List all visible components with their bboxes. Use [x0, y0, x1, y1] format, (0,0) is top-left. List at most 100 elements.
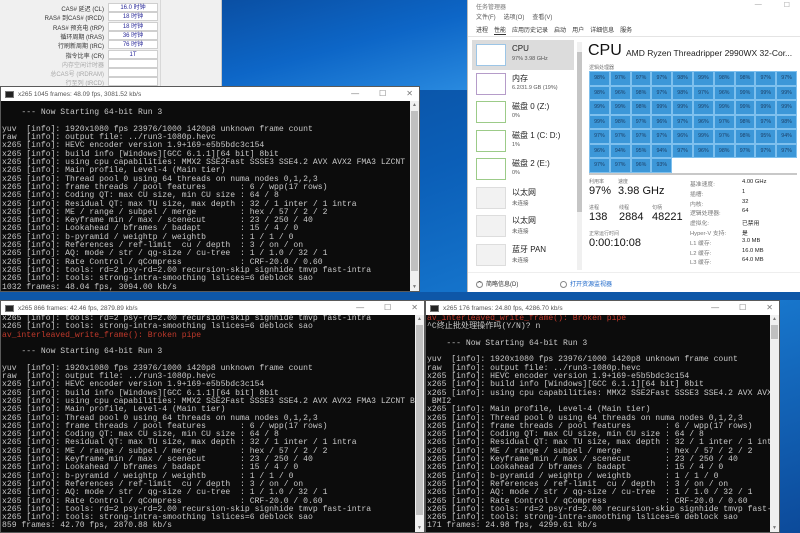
cmd-icon — [430, 304, 439, 312]
task-manager-titlebar[interactable]: 任务管理器 — ☐ — [468, 0, 800, 12]
scroll-down-icon[interactable]: ▼ — [410, 284, 419, 290]
core-utilization-cell: 99% — [609, 100, 631, 115]
resource-value: 0% — [512, 170, 520, 176]
menu-item[interactable]: 文件(F) — [476, 12, 496, 23]
minimize-icon[interactable]: — — [711, 303, 719, 312]
resource-item-cpu[interactable]: CPU 97% 3.98 GHz — [472, 40, 574, 70]
task-manager-window[interactable]: 任务管理器 — ☐ 文件(F) 选项(O) 查看(V) 进程 性能 应用历史记录 启动 用户… — [467, 0, 800, 292]
scroll-down-icon[interactable]: ▼ — [415, 525, 424, 531]
resource-item-mem[interactable]: 内存 6.2/31.9 GB (19%) — [472, 69, 574, 99]
grid-divider — [589, 173, 797, 175]
core-utilization-cell: 98% — [713, 71, 735, 86]
core-utilization-cell: 99% — [692, 129, 714, 144]
resource-value: 97% 3.98 GHz — [512, 56, 548, 62]
core-utilization-cell: 99% — [776, 100, 797, 115]
scroll-down-icon[interactable]: ▼ — [770, 525, 779, 531]
menu-item[interactable]: 选项(O) — [504, 12, 525, 23]
spec-row: 基准速度: 4.00 GHz — [690, 179, 800, 189]
console-line: 1032 frames: 48.04 fps, 3094.00 kb/s — [2, 282, 177, 291]
core-utilization-cell: 97% — [589, 129, 610, 144]
close-icon[interactable]: ✕ — [406, 89, 413, 98]
minimize-icon[interactable]: — — [351, 89, 359, 98]
core-utilization-cell: 97% — [651, 71, 673, 86]
resource-item-disk[interactable]: 磁盘 0 (Z:) 0% — [472, 97, 574, 127]
tab-4[interactable]: 用户 — [572, 25, 584, 34]
scroll-thumb[interactable] — [411, 111, 418, 271]
console-line: --- Now Starting 64-bit Run 3 — [427, 338, 588, 348]
maximize-icon[interactable]: ☐ — [379, 89, 386, 98]
resource-value: 未连接 — [512, 257, 529, 264]
resource-name: 蓝牙 PAN — [512, 244, 547, 254]
tab-6[interactable]: 服务 — [620, 25, 632, 34]
fewer-details-label: 简略信息(D) — [486, 282, 519, 288]
resource-item-disk[interactable]: 磁盘 2 (E:) 0% — [472, 154, 574, 184]
close-icon[interactable]: ✕ — [766, 303, 773, 312]
core-utilization-cell: 97% — [755, 114, 777, 129]
core-utilization-cell: 98% — [589, 85, 610, 100]
core-utilization-cell: 99% — [651, 100, 673, 115]
minimize-icon[interactable]: — — [356, 303, 364, 312]
core-utilization-cell: 96% — [651, 114, 673, 129]
resource-list: CPU 97% 3.98 GHz 内存 6.2/31.9 GB (19%) 磁盘 0 (… — [468, 40, 583, 272]
core-utilization-cell: 99% — [672, 100, 693, 115]
scroll-up-icon[interactable]: ▲ — [415, 316, 424, 322]
console-titlebar[interactable]: x265 866 frames: 42.46 fps, 2879.89 kb/s… — [1, 301, 424, 315]
scroll-up-icon[interactable]: ▲ — [410, 102, 419, 108]
spec-label: 内核: — [690, 201, 704, 208]
console-scrollbar[interactable]: ▲ ▼ — [415, 315, 424, 532]
console-title: x265 866 frames: 42.46 fps, 2879.89 kb/s — [18, 304, 138, 312]
minimize-icon[interactable]: — — [755, 1, 762, 9]
resource-list-scrollbar[interactable] — [577, 42, 582, 270]
resource-value: 0% — [512, 113, 520, 119]
console-titlebar[interactable]: x265 176 frames: 24.80 fps, 4286.70 kb/s… — [426, 301, 779, 315]
menu-item[interactable]: 查看(V) — [532, 12, 552, 23]
fewer-details-button[interactable]: ^ 简略信息(D) — [476, 279, 518, 288]
stat-value: 138 — [589, 211, 608, 223]
net-graph-thumbnail — [476, 186, 506, 209]
tab-3[interactable]: 启动 — [554, 25, 566, 34]
core-utilization-cell: 97% — [651, 129, 673, 144]
core-utilization-cell: 96% — [713, 85, 735, 100]
stat-handles: 句柄 48221 — [652, 204, 683, 223]
maximize-icon[interactable]: ☐ — [739, 303, 746, 312]
scroll-thumb[interactable] — [577, 52, 582, 212]
resource-item-net[interactable]: 以太网 未连接 — [472, 183, 574, 213]
maximize-icon[interactable]: ☐ — [384, 303, 391, 312]
console-scrollbar[interactable]: ▲ ▼ — [770, 315, 779, 532]
spec-value: 4.00 GHz — [742, 179, 767, 185]
console-scrollbar[interactable]: ▲ ▼ — [410, 101, 419, 291]
resource-item-disk[interactable]: 磁盘 1 (C: D:) 1% — [472, 126, 574, 156]
stat-label: 正常运行时间 — [589, 231, 620, 237]
core-utilization-cell: 97% — [776, 143, 797, 158]
resource-item-net[interactable]: 蓝牙 PAN 未连接 — [472, 240, 574, 270]
core-utilization-cell: 98% — [672, 85, 693, 100]
mem-graph-thumbnail — [476, 72, 506, 95]
console-window-1[interactable]: x265 1045 frames: 48.09 fps, 3081.52 kb/… — [0, 86, 420, 292]
tab-2[interactable]: 应用历史记录 — [512, 25, 548, 34]
stat-value: 2884 — [619, 211, 644, 223]
maximize-icon[interactable]: ☐ — [784, 1, 790, 9]
core-utilization-cell: 96% — [589, 143, 610, 158]
tab-1[interactable]: 性能 — [494, 25, 507, 35]
tab-5[interactable]: 详细信息 — [590, 25, 614, 34]
close-icon[interactable]: ✕ — [411, 303, 418, 312]
desktop-wallpaper — [220, 0, 480, 90]
core-utilization-cell: 94% — [651, 143, 673, 158]
scroll-thumb[interactable] — [416, 325, 423, 515]
console-titlebar[interactable]: x265 1045 frames: 48.09 fps, 3081.52 kb/… — [1, 87, 419, 101]
resource-value: 未连接 — [512, 229, 529, 235]
core-utilization-cell: 95% — [630, 143, 652, 158]
spec-value: 16.0 MB — [742, 247, 764, 254]
core-utilization-cell: 95% — [755, 129, 777, 144]
console-window-2[interactable]: x265 866 frames: 42.46 fps, 2879.89 kb/s… — [0, 300, 425, 533]
console-title: x265 176 frames: 24.80 fps, 4286.70 kb/s — [443, 304, 563, 312]
tab-0[interactable]: 进程 — [476, 25, 488, 34]
scroll-thumb[interactable] — [771, 325, 778, 339]
scroll-up-icon[interactable]: ▲ — [770, 316, 779, 322]
open-resource-monitor-link[interactable]: 打开资源监视器 — [560, 279, 612, 288]
core-utilization-cell: 96% — [630, 158, 652, 173]
core-utilization-cell: 94% — [609, 143, 631, 158]
resource-item-net[interactable]: 以太网 未连接 — [472, 211, 574, 241]
disk-graph-thumbnail — [476, 129, 506, 152]
console-window-3[interactable]: x265 176 frames: 24.80 fps, 4286.70 kb/s… — [425, 300, 780, 533]
